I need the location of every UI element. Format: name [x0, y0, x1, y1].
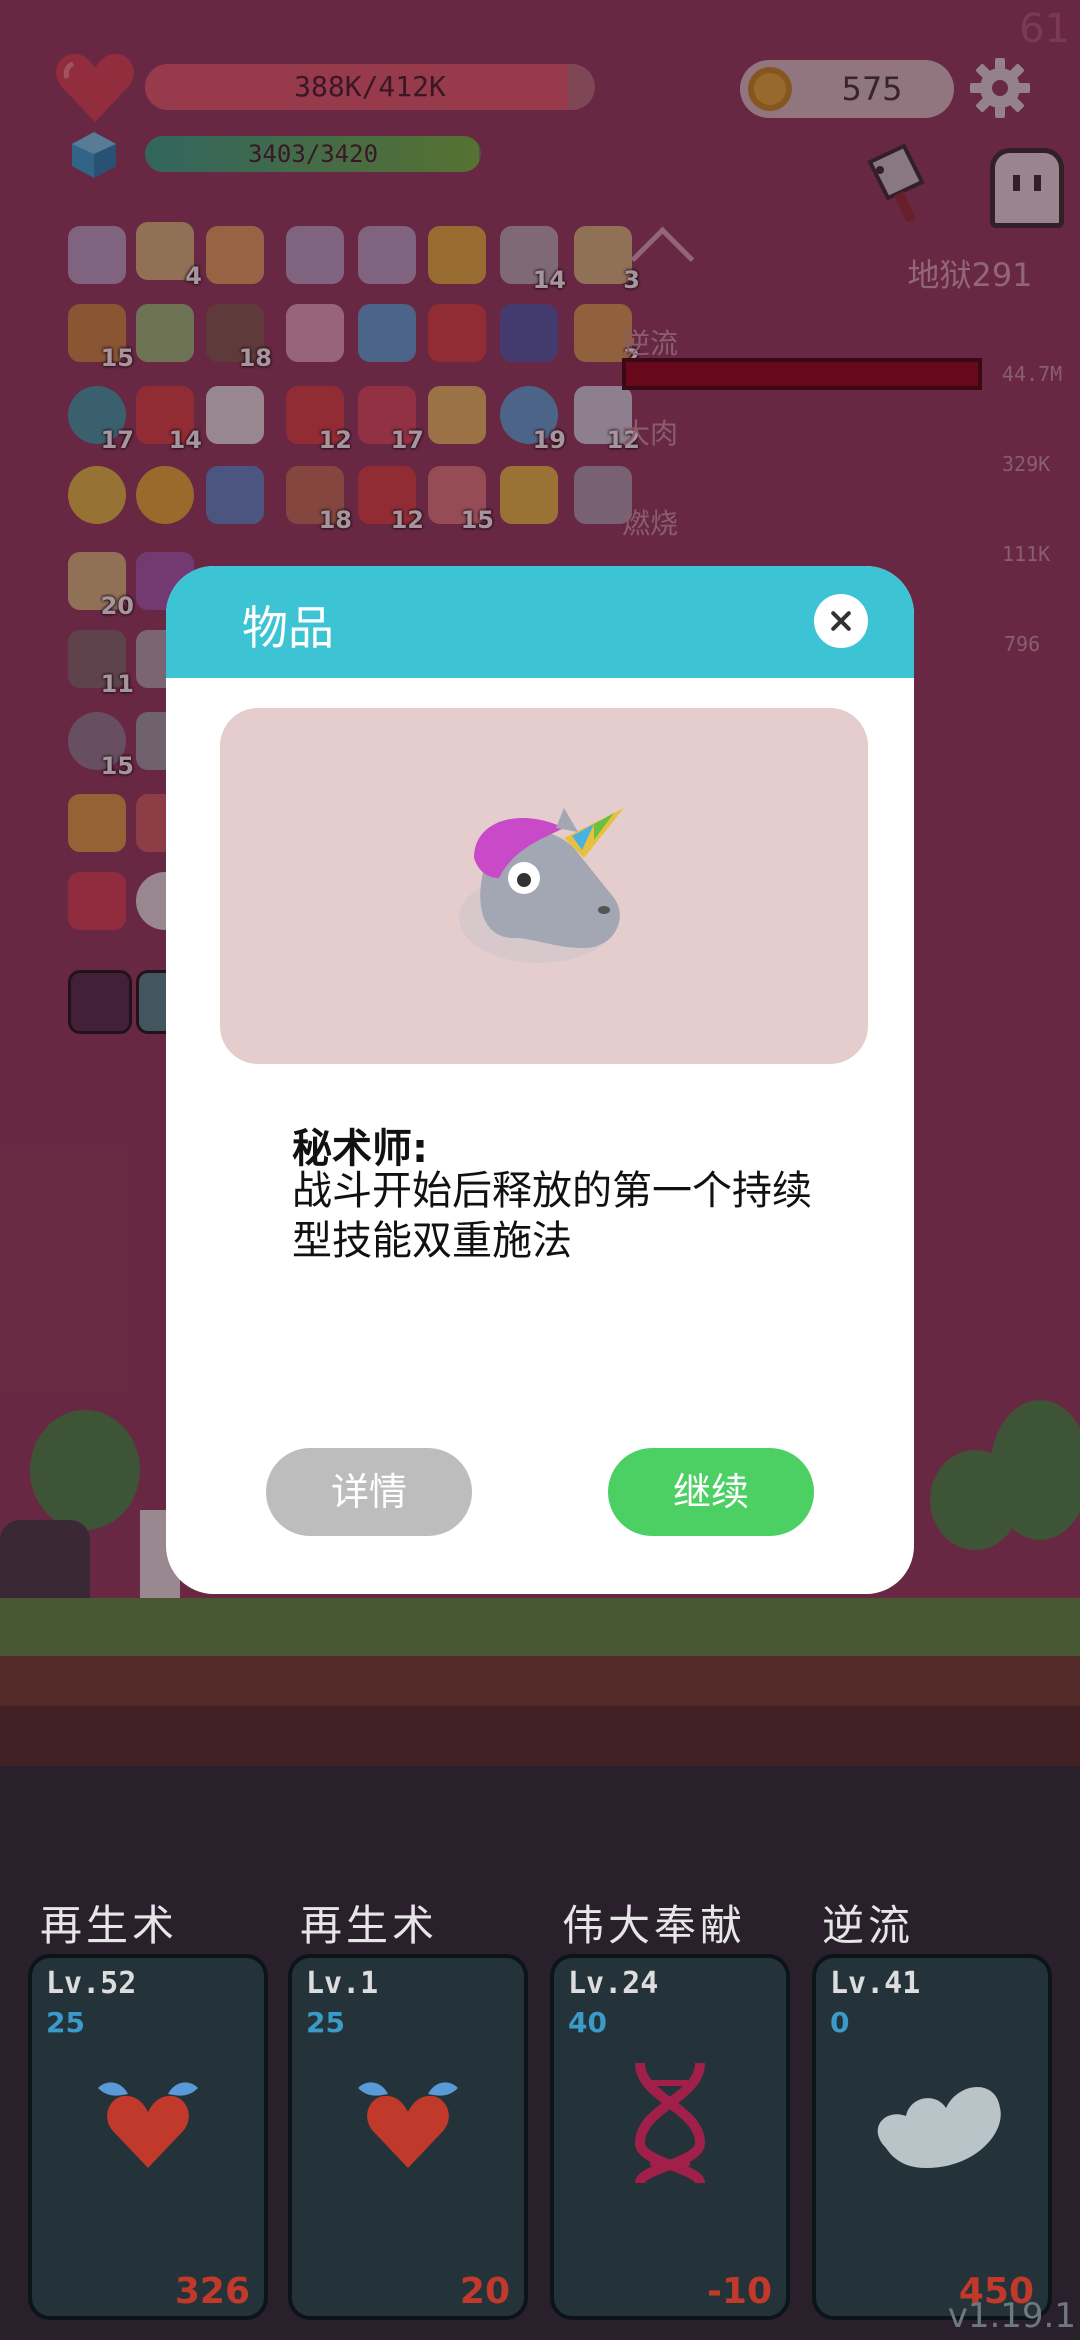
skill-level: Lv.1 — [306, 1966, 379, 2001]
skill-cost: 0 — [830, 2006, 850, 2039]
skill-level: Lv.24 — [568, 1966, 659, 2001]
details-button[interactable]: 详情 — [266, 1448, 472, 1536]
dialog-header: 物品 — [166, 566, 914, 678]
skill-cost: 25 — [306, 2006, 345, 2039]
skill-name: 再生术 — [300, 1901, 439, 1950]
winged-heart-icon — [358, 2082, 458, 2168]
skill-name: 再生术 — [40, 1901, 179, 1950]
skill-value: -10 — [706, 2271, 772, 2312]
skill-card-regeneration[interactable]: Lv.52 25 326 — [28, 1954, 268, 2320]
skill-value: 20 — [459, 2271, 510, 2312]
skill-level: Lv.52 — [46, 1966, 137, 2001]
item-dialog: 物品 秘术师: 战斗开始后释放的第一个持续型技能双重施法 详情 继续 — [166, 566, 914, 1594]
continue-button[interactable]: 继续 — [608, 1448, 814, 1536]
skill-card-reverse-flow[interactable]: Lv.41 0 450 — [812, 1954, 1052, 2320]
skill-name: 伟大奉献 — [562, 1901, 747, 1950]
skill-name: 逆流 — [822, 1901, 915, 1950]
item-image-frame — [220, 708, 868, 1064]
skill-cost: 40 — [568, 2006, 607, 2039]
close-button[interactable] — [814, 594, 868, 648]
dialog-title: 物品 — [242, 601, 334, 655]
winged-heart-icon — [98, 2082, 198, 2168]
item-description: 战斗开始后释放的第一个持续型技能双重施法 — [292, 1168, 812, 1264]
cloud-wing-icon — [877, 2086, 1001, 2168]
skill-level: Lv.41 — [830, 1966, 921, 2001]
version-label: v1.19.1 — [947, 2296, 1076, 2336]
skill-card-regeneration-2[interactable]: Lv.1 25 20 — [288, 1954, 528, 2320]
unicorn-icon — [459, 808, 624, 963]
skill-card-great-devotion[interactable]: Lv.24 40 -10 — [550, 1954, 790, 2320]
dna-icon — [634, 2062, 706, 2185]
skill-cost: 25 — [46, 2006, 85, 2039]
skill-value: 326 — [174, 2271, 250, 2312]
